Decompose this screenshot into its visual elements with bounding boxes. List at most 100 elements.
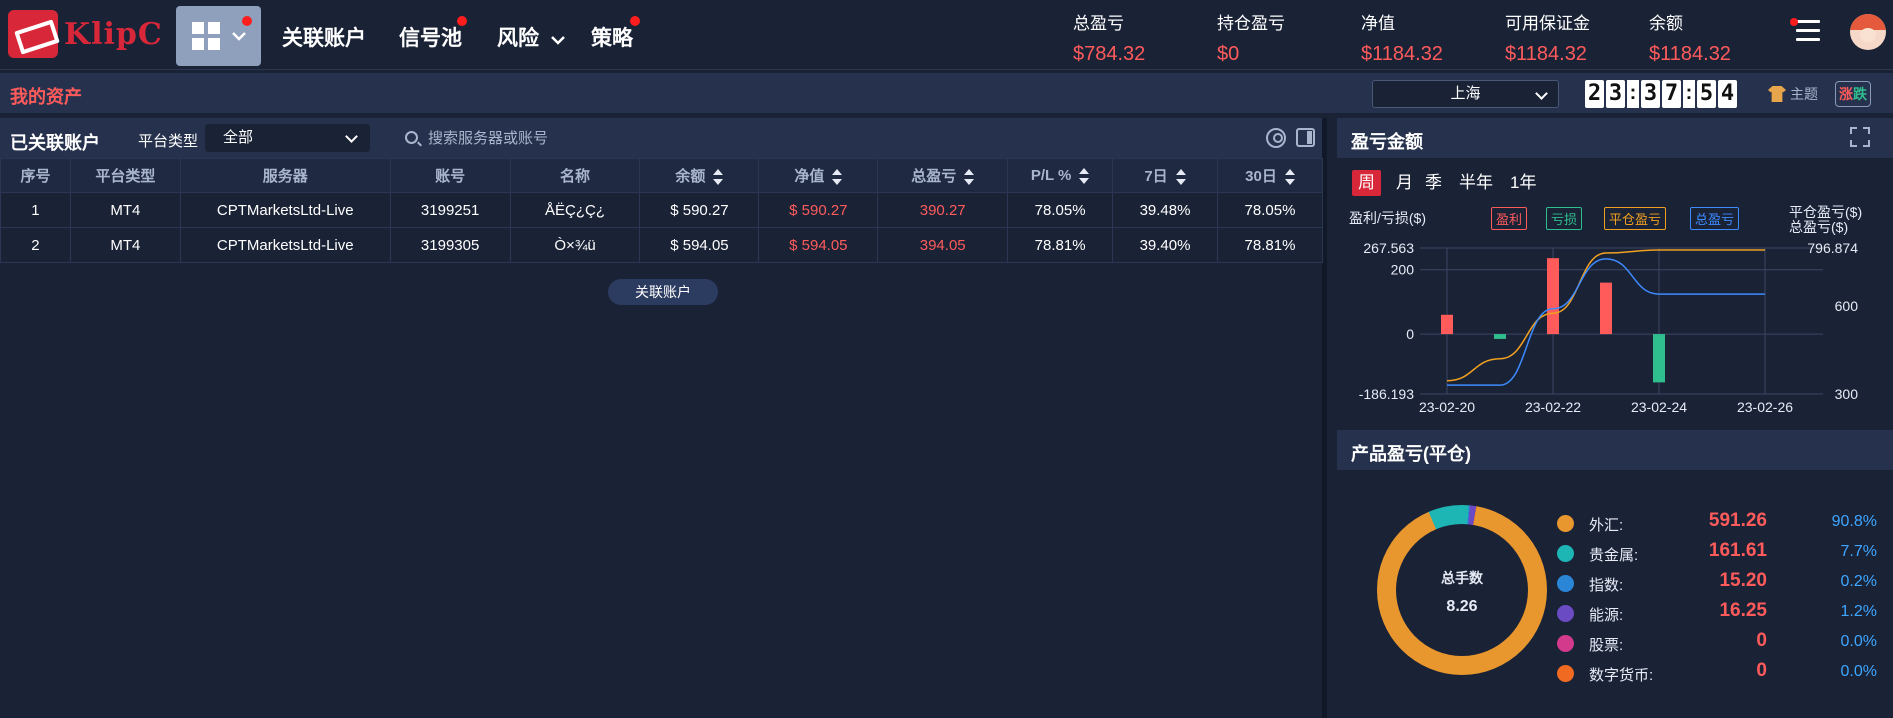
stat-free-margin: 可用保证金 $1184.32 (1505, 9, 1590, 66)
nav-signal-pool-label: 信号池 (399, 27, 462, 50)
nav-linked-accounts[interactable]: 关联账户 (282, 22, 366, 52)
product-pct: 0.0% (1840, 633, 1877, 650)
table-row[interactable]: 1 MT4 CPTMarketsLtd-Live 3199251 ÅËÇ¿Ç¿ … (0, 192, 1324, 228)
product-name: 外汇: (1589, 517, 1624, 534)
nav-risk[interactable]: 风险 (497, 22, 565, 52)
clock-digit: 3 (1641, 80, 1660, 108)
product-value: 161.61 (1708, 540, 1767, 561)
clock: 2 3 : 3 7 : 5 4 (1585, 80, 1737, 108)
notification-dot (242, 16, 252, 26)
cell-balance: $ 594.05 (639, 227, 760, 263)
cell-equity: $ 590.27 (758, 192, 879, 228)
sort-icon (1284, 169, 1295, 186)
stat-value: $1184.32 (1361, 43, 1443, 65)
x-tick-label: 23-02-24 (1631, 399, 1687, 415)
stat-total-pl: 总盈亏 $784.32 (1073, 9, 1145, 66)
col-header-sortable[interactable]: 30日 (1216, 158, 1324, 193)
platform-type-label: 平台类型 (138, 133, 199, 150)
product-name: 指数: (1589, 577, 1624, 594)
cell-account: 3199305 (389, 227, 511, 263)
apps-menu-button[interactable] (176, 6, 261, 66)
col-header-sortable[interactable]: 余额 (639, 158, 760, 193)
cell-7d: 39.48% (1112, 192, 1218, 228)
cell-account: 3199251 (389, 192, 511, 228)
product-row: 指数: 15.20 0.2% (1557, 570, 1887, 594)
col-header: 平台类型 (69, 158, 181, 193)
my-assets-title: 我的资产 (10, 87, 82, 107)
product-value: 16.25 (1719, 600, 1767, 621)
cell-index: 1 (0, 192, 71, 228)
profit-bar (1600, 282, 1612, 335)
col-header: 服务器 (179, 158, 391, 193)
sort-icon (832, 169, 843, 186)
product-row: 外汇: 591.26 90.8% (1557, 510, 1887, 534)
y-tick-label: 0 (1406, 326, 1414, 342)
cell-pl-pct: 78.05% (1007, 192, 1114, 228)
col-header-label: 净值 (794, 168, 825, 185)
product-name: 股票: (1589, 637, 1624, 654)
sort-icon (964, 169, 975, 186)
product-pct: 7.7% (1840, 543, 1877, 560)
theme-button[interactable]: 主题 (1768, 84, 1818, 104)
col-header-sortable[interactable]: P/L % (1007, 158, 1114, 193)
product-pl-panel: 产品盈亏(平仓) 总手数 8.26 外汇: 591.26 90.8% 贵金属: … (1337, 430, 1893, 718)
y-tick-label: 267.563 (1363, 240, 1414, 256)
product-pct: 0.2% (1840, 573, 1877, 590)
cell-balance: $ 590.27 (639, 192, 760, 228)
cell-total-pl: 394.05 (877, 227, 1009, 263)
stat-value: $784.32 (1073, 43, 1146, 65)
updown-label: 涨跌 (1839, 86, 1867, 102)
product-pct: 90.8% (1831, 513, 1877, 530)
product-value: 0 (1756, 660, 1767, 681)
product-pl-header: 产品盈亏(平仓) (1337, 430, 1893, 470)
col-header-sortable[interactable]: 7日 (1112, 158, 1218, 193)
nav-strategy[interactable]: 策略 (591, 16, 640, 52)
panel-toggle-icon[interactable] (1296, 128, 1315, 147)
product-value: 0 (1756, 630, 1767, 651)
table-row[interactable]: 2 MT4 CPTMarketsLtd-Live 3199305 Ò×¾ü $ … (0, 227, 1324, 263)
loss-bar (1494, 334, 1506, 339)
pl-chart-panel: 盈亏金额 周 月 季 半年 1年 盈利/亏损($) 盈利 亏损 平仓盈亏 总盈亏… (1337, 118, 1893, 426)
product-row: 能源: 16.25 1.2% (1557, 600, 1887, 624)
nav-signal-pool[interactable]: 信号池 (399, 16, 467, 52)
col-header-sortable[interactable]: 总盈亏 (877, 158, 1009, 193)
x-tick-label: 23-02-22 (1525, 399, 1581, 415)
stat-label: 持仓盈亏 (1217, 14, 1285, 33)
search-input[interactable] (428, 126, 828, 150)
cell-platform: MT4 (69, 192, 181, 228)
cell-server: CPTMarketsLtd-Live (179, 192, 391, 228)
city-select[interactable]: 上海 (1372, 80, 1559, 108)
sort-icon (1175, 169, 1186, 186)
stat-value: $1184.32 (1505, 43, 1587, 65)
product-pct: 0.0% (1840, 663, 1877, 680)
legend-dot (1557, 515, 1574, 532)
product-value: 15.20 (1719, 570, 1767, 591)
product-pct: 1.2% (1840, 603, 1877, 620)
col-header-label: 7日 (1144, 168, 1168, 185)
platform-type-select[interactable]: 全部 (205, 124, 370, 152)
product-row: 数字货币: 0 0.0% (1557, 660, 1887, 684)
user-avatar[interactable] (1850, 14, 1886, 50)
assets-bar: 我的资产 上海 2 3 : 3 7 : 5 4 主题 涨跌 (0, 73, 1893, 113)
legend-dot (1557, 635, 1574, 652)
product-name: 贵金属: (1589, 547, 1639, 564)
y-tick-label: -186.193 (1359, 386, 1414, 402)
brand-logo[interactable]: KlipC (8, 10, 163, 58)
updown-color-toggle[interactable]: 涨跌 (1835, 81, 1871, 107)
cell-30d: 78.81% (1216, 227, 1324, 263)
cell-30d: 78.05% (1216, 192, 1324, 228)
hamburger-menu-icon[interactable] (1790, 18, 1820, 42)
logo-icon (8, 10, 58, 58)
donut-center-value: 8.26 (1446, 598, 1478, 615)
user-filter-icon[interactable] (1266, 128, 1286, 148)
link-account-button[interactable]: 关联账户 (608, 279, 718, 305)
theme-label: 主题 (1790, 86, 1818, 102)
chevron-down-icon (550, 36, 565, 45)
product-row: 贵金属: 161.61 7.7% (1557, 540, 1887, 564)
y2-tick-label: 300 (1835, 386, 1859, 402)
stat-balance: 余额 $1184.32 (1649, 9, 1731, 66)
clock-digit: 4 (1718, 80, 1737, 108)
clock-colon: : (1627, 80, 1639, 108)
col-header-label: P/L % (1030, 166, 1072, 184)
col-header-sortable[interactable]: 净值 (758, 158, 879, 193)
